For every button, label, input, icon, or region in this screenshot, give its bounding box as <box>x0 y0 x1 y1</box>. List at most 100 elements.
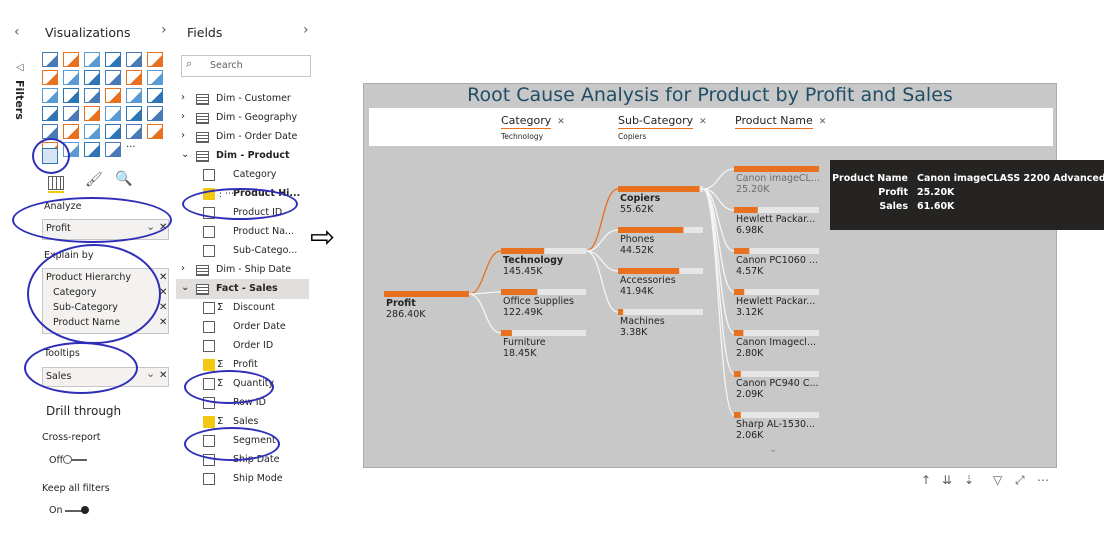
focus-mode-icon[interactable]: ⤢ <box>1015 473 1025 488</box>
analytics-icon[interactable]: 🔍 <box>115 171 132 187</box>
field-checkbox[interactable] <box>203 340 215 352</box>
visual-type-icon[interactable] <box>105 70 121 85</box>
visual-type-icon[interactable] <box>84 70 100 85</box>
field-checkbox[interactable] <box>203 302 215 314</box>
visual-type-icon[interactable] <box>105 142 121 157</box>
more-visuals-icon[interactable]: ··· <box>126 142 140 155</box>
expand-all-icon[interactable]: ⇣ <box>964 473 974 487</box>
field-table[interactable]: ⌄ Dim - Product <box>176 146 309 166</box>
visual-type-icon[interactable] <box>147 52 163 67</box>
close-icon[interactable]: ✕ <box>159 302 167 313</box>
drill-up-icon[interactable]: ↑ <box>921 473 931 487</box>
field-checkbox[interactable] <box>203 321 215 333</box>
field-checkbox[interactable] <box>203 416 215 428</box>
chevron-down-icon[interactable]: ⌄ <box>181 145 189 165</box>
visual-type-icon[interactable] <box>63 106 79 121</box>
level-header-productname[interactable]: Product Name ✕ <box>735 114 827 129</box>
chevron-down-icon[interactable]: ⌄ <box>146 367 155 380</box>
field-table[interactable]: › Dim - Geography <box>176 108 309 128</box>
chevron-right-icon[interactable]: › <box>181 107 185 127</box>
field-item[interactable]: Sub-Catego... <box>176 241 309 261</box>
field-table[interactable]: › Dim - Order Date <box>176 127 309 147</box>
visual-type-icon[interactable] <box>84 142 100 157</box>
field-checkbox[interactable] <box>203 226 215 238</box>
visual-type-icon[interactable] <box>42 88 58 103</box>
field-item[interactable]: Segment <box>176 431 309 451</box>
filter-icon[interactable]: ◁ <box>16 62 24 73</box>
keep-filters-toggle[interactable] <box>65 506 89 514</box>
collapse-left-icon[interactable]: ‹ <box>14 24 20 40</box>
visual-type-icon[interactable] <box>147 124 163 139</box>
field-item[interactable]: Product ID <box>176 203 309 223</box>
level-header-category[interactable]: Category ✕ <box>501 114 565 129</box>
field-item[interactable]: Σ Sales <box>176 412 309 432</box>
visual-type-icon[interactable] <box>147 88 163 103</box>
field-checkbox[interactable] <box>203 359 215 371</box>
expand-right-icon[interactable]: › <box>161 22 167 38</box>
field-item[interactable]: Category <box>176 165 309 185</box>
visual-type-icon[interactable] <box>126 70 142 85</box>
visual-type-icon[interactable] <box>63 142 79 157</box>
visual-type-icon[interactable] <box>63 88 79 103</box>
filter-icon[interactable]: ▽ <box>993 473 1002 487</box>
visual-type-icon[interactable] <box>126 124 142 139</box>
fields-tab-icon[interactable] <box>48 176 64 190</box>
visual-type-icon[interactable] <box>105 124 121 139</box>
decomposition-tree-visual[interactable]: Root Cause Analysis for Product by Profi… <box>363 83 1057 468</box>
field-checkbox[interactable] <box>203 245 215 257</box>
field-checkbox[interactable] <box>203 473 215 485</box>
field-table[interactable]: ⌄ Fact - Sales <box>176 279 309 299</box>
visual-type-icon[interactable] <box>105 106 121 121</box>
close-icon[interactable]: ✕ <box>557 117 565 127</box>
format-roller-icon[interactable]: 🖌 <box>85 172 103 188</box>
close-icon[interactable]: ✕ <box>819 117 827 127</box>
visual-type-icon[interactable] <box>42 124 58 139</box>
visual-type-icon[interactable] <box>42 70 58 85</box>
field-item[interactable]: Order ID <box>176 336 309 356</box>
field-table[interactable]: › Dim - Customer <box>176 89 309 109</box>
close-icon[interactable]: ✕ <box>699 117 707 127</box>
visual-type-icon[interactable] <box>147 70 163 85</box>
field-checkbox[interactable] <box>203 397 215 409</box>
visual-type-icon[interactable] <box>42 106 58 121</box>
visual-type-icon[interactable] <box>84 52 100 67</box>
field-item[interactable]: Σ Profit <box>176 355 309 375</box>
field-item[interactable]: Σ Quantity <box>176 374 309 394</box>
visual-type-icon[interactable] <box>84 124 100 139</box>
analyze-well[interactable]: Profit ⌄ ✕ <box>42 219 169 240</box>
visual-type-icon[interactable] <box>126 88 142 103</box>
field-item[interactable]: ⋮⋯ Product Hi... <box>176 184 309 204</box>
visual-type-icon[interactable] <box>63 70 79 85</box>
close-icon[interactable]: ✕ <box>159 287 167 298</box>
chevron-right-icon[interactable]: › <box>181 88 185 108</box>
field-item[interactable]: Row ID <box>176 393 309 413</box>
expand-right-icon[interactable]: › <box>303 22 309 38</box>
chevron-right-icon[interactable]: › <box>181 259 185 279</box>
search-input[interactable]: ⌕ Search <box>181 55 311 77</box>
field-checkbox[interactable] <box>203 207 215 219</box>
field-item[interactable]: Ship Date <box>176 450 309 470</box>
visual-type-icon[interactable] <box>63 124 79 139</box>
chevron-right-icon[interactable]: › <box>181 126 185 146</box>
visual-type-icon[interactable] <box>126 106 142 121</box>
tooltips-well[interactable]: Sales ⌄ ✕ <box>42 367 169 387</box>
close-icon[interactable]: ✕ <box>159 272 167 283</box>
explain-by-well[interactable]: Product Hierarchy Category Sub-Category … <box>42 268 169 334</box>
visual-type-icon[interactable] <box>42 52 58 67</box>
field-checkbox[interactable] <box>203 169 215 181</box>
field-item[interactable]: Order Date <box>176 317 309 337</box>
close-icon[interactable]: ✕ <box>159 222 167 233</box>
level-header-subcategory[interactable]: Sub-Category ✕ <box>618 114 707 129</box>
field-checkbox[interactable] <box>203 454 215 466</box>
field-item[interactable]: Σ Discount <box>176 298 309 318</box>
decomposition-tree-icon[interactable] <box>42 148 58 164</box>
visual-type-icon[interactable] <box>105 88 121 103</box>
visual-type-icon[interactable] <box>84 106 100 121</box>
field-checkbox[interactable] <box>203 435 215 447</box>
field-table[interactable]: › Dim - Ship Date <box>176 260 309 280</box>
chevron-down-icon[interactable]: ⌄ <box>181 278 189 298</box>
visual-type-icon[interactable] <box>105 52 121 67</box>
cross-report-toggle[interactable] <box>63 455 87 464</box>
visual-type-icon[interactable] <box>63 52 79 67</box>
chevron-down-icon[interactable]: ⌄ <box>769 444 777 455</box>
